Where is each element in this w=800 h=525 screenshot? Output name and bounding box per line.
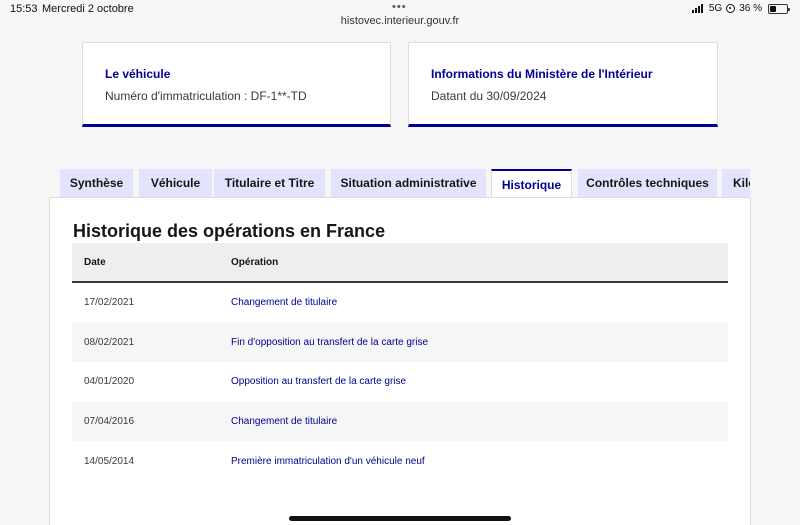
- vehicle-card-title: Le véhicule: [105, 67, 171, 81]
- hotspot-icon: [726, 4, 736, 13]
- operation-date: 04/01/2020: [84, 376, 135, 388]
- tab-vehicule[interactable]: Véhicule: [139, 169, 212, 197]
- data-date: Datant du 30/09/2024: [431, 89, 547, 103]
- operation-date: 07/04/2016: [84, 416, 135, 428]
- table-row: 04/01/2020 Opposition au transfert de la…: [72, 362, 728, 402]
- table-row: 07/04/2016 Changement de titulaire: [72, 401, 728, 442]
- vehicle-card: Le véhicule Numéro d'immatriculation : D…: [82, 42, 391, 127]
- network-type: 5G: [708, 3, 723, 14]
- report-tabs: Synthèse Véhicule Titulaire et Titre Sit…: [60, 169, 750, 199]
- tab-controles-techniques[interactable]: Contrôles techniques: [578, 169, 717, 197]
- status-date: Mercredi 2 octobre: [42, 3, 134, 15]
- history-panel: Historique des opérations en France Date…: [49, 197, 751, 525]
- table-row: 14/05/2014 Première immatriculation d'un…: [72, 441, 728, 481]
- status-time: 15:53: [10, 3, 38, 15]
- column-header-operation: Opération: [231, 256, 279, 268]
- table-header: Date Opération: [72, 243, 728, 283]
- column-header-date: Date: [84, 256, 106, 268]
- battery-icon: [768, 3, 790, 14]
- history-table: Date Opération 17/02/2021 Changement de …: [72, 243, 728, 481]
- home-indicator[interactable]: [289, 516, 511, 521]
- ministry-info-card: Informations du Ministère de l'Intérieur…: [408, 42, 718, 127]
- operation-date: 14/05/2014: [84, 455, 135, 467]
- registration-number: Numéro d'immatriculation : DF-1**-TD: [105, 89, 307, 103]
- operation-label[interactable]: Opposition au transfert de la carte gris…: [231, 376, 728, 387]
- cellular-signal-icon: [691, 4, 703, 13]
- operation-label[interactable]: Changement de titulaire: [231, 297, 728, 308]
- operation-label[interactable]: Fin d'opposition au transfert de la cart…: [231, 337, 728, 348]
- table-row: 17/02/2021 Changement de titulaire: [72, 283, 728, 323]
- battery-level-fill: [770, 5, 776, 12]
- ministry-card-title: Informations du Ministère de l'Intérieur: [431, 67, 653, 81]
- tab-historique[interactable]: Historique: [491, 169, 572, 199]
- multitasking-dots-icon[interactable]: •••: [392, 1, 407, 13]
- status-indicators: 5G 36 %: [691, 3, 790, 14]
- battery-percent: 36 %: [739, 3, 762, 14]
- address-bar-url[interactable]: histovec.interieur.gouv.fr: [0, 15, 800, 27]
- tab-situation-administrative[interactable]: Situation administrative: [331, 169, 486, 197]
- table-row: 08/02/2021 Fin d'opposition au transfert…: [72, 322, 728, 363]
- tab-titulaire-titre[interactable]: Titulaire et Titre: [214, 169, 325, 197]
- table-body: 17/02/2021 Changement de titulaire 08/02…: [72, 283, 728, 481]
- operation-date: 08/02/2021: [84, 336, 135, 348]
- operation-label[interactable]: Changement de titulaire: [231, 416, 728, 427]
- tab-kilometrage[interactable]: Kilo: [722, 169, 750, 197]
- history-title: Historique des opérations en France: [73, 221, 386, 241]
- operation-date: 17/02/2021: [84, 297, 135, 309]
- tab-synthese[interactable]: Synthèse: [60, 169, 133, 197]
- operation-label[interactable]: Première immatriculation d'un véhicule n…: [231, 456, 728, 467]
- status-bar: 15:53 Mercredi 2 octobre ••• histovec.in…: [0, 0, 800, 32]
